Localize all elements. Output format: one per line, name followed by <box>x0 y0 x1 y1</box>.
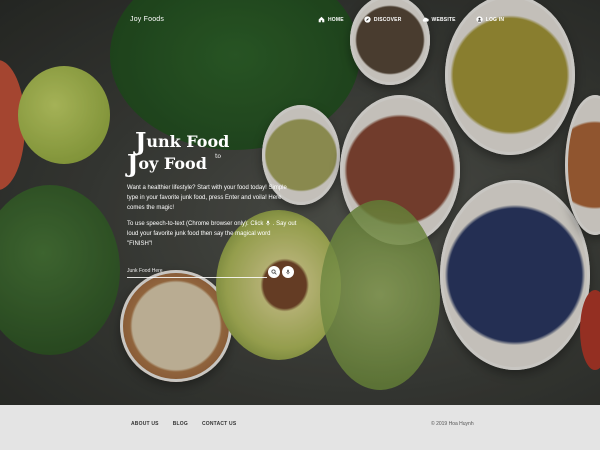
brand-name[interactable]: Joy Foods <box>130 16 164 23</box>
footer: ABOUT US BLOG CONTACT US © 2019 Hoa Huyn… <box>0 405 600 450</box>
nav-discover-label: DISCOVER <box>373 16 402 23</box>
compass-icon <box>364 16 371 23</box>
footer-link-blog[interactable]: BLOG <box>173 421 188 427</box>
user-icon <box>476 16 483 23</box>
footer-link-about[interactable]: ABOUT US <box>131 421 159 427</box>
dark-overlay <box>0 0 600 405</box>
search-button[interactable] <box>268 266 280 278</box>
hero-background: Joy Foods HOME DISCOVER WEBSITE LOG IN J… <box>0 0 600 405</box>
intro-text: Want a healthier lifestyle? Start with y… <box>127 185 287 211</box>
nav-login[interactable]: LOG IN <box>476 16 504 23</box>
nav-home[interactable]: HOME <box>318 16 344 23</box>
title-line2-initial: J <box>127 149 139 178</box>
microphone-icon <box>266 220 270 226</box>
main-nav: HOME DISCOVER WEBSITE LOG IN <box>318 16 504 23</box>
cloud-icon <box>422 17 429 22</box>
footer-link-contact[interactable]: CONTACT US <box>202 421 236 427</box>
nav-login-label: LOG IN <box>485 16 505 23</box>
copyright-text: © 2019 Hoa Huynh <box>431 421 474 427</box>
microphone-button[interactable] <box>282 266 294 278</box>
title-line2-rest: oy Food <box>138 154 207 173</box>
speech-instructions: To use speech-to-text (Chrome browser on… <box>127 219 297 249</box>
nav-website-label: WEBSITE <box>431 16 456 23</box>
microphone-icon <box>286 269 290 275</box>
speech-instructions-a: To use speech-to-text (Chrome browser on… <box>127 221 264 227</box>
nav-home-label: HOME <box>328 16 344 23</box>
page-title-line2: Joy Food <box>127 149 207 176</box>
search-bar <box>127 265 297 279</box>
page-title-line1: Junk Food <box>135 127 229 154</box>
junk-food-input[interactable] <box>127 265 267 278</box>
home-icon <box>318 16 325 23</box>
nav-discover[interactable]: DISCOVER <box>364 16 402 23</box>
nav-website[interactable]: WEBSITE <box>422 16 456 23</box>
search-icon <box>271 269 277 275</box>
title-to-word: to <box>215 153 222 160</box>
footer-links: ABOUT US BLOG CONTACT US <box>131 421 236 427</box>
